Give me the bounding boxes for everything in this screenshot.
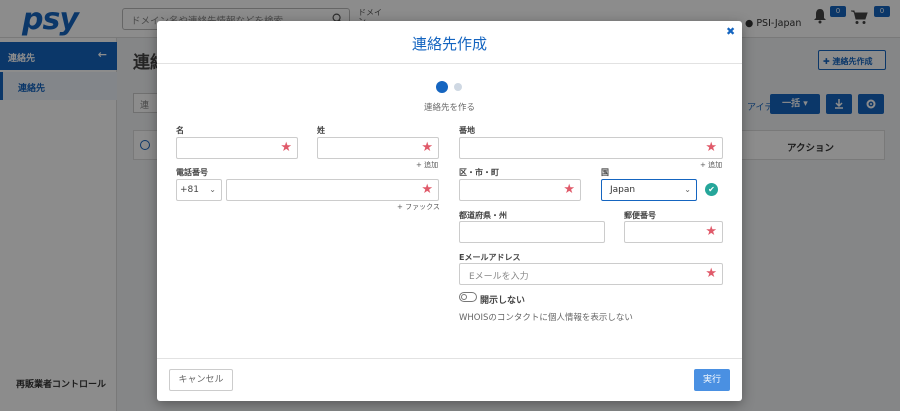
submit-button[interactable]: 実行 bbox=[694, 369, 730, 391]
add-address-link[interactable]: + 追加 bbox=[700, 160, 722, 170]
country-label: 国 bbox=[601, 168, 609, 177]
required-star-icon: ★ bbox=[705, 266, 717, 281]
street-label: 番地 bbox=[459, 126, 475, 135]
first-name-label: 名 bbox=[176, 126, 184, 135]
email-placeholder: Eメールを入力 bbox=[469, 272, 529, 282]
required-star-icon: ★ bbox=[705, 140, 717, 155]
state-label: 都道府県・州 bbox=[459, 211, 507, 220]
city-label: 区・市・町 bbox=[459, 168, 499, 177]
modal-title: 連絡先作成 bbox=[411, 35, 487, 53]
chevron-down-icon: ⌄ bbox=[684, 185, 691, 194]
step-label: 連絡先を作る bbox=[423, 103, 475, 113]
add-name-link[interactable]: + 追加 bbox=[416, 160, 438, 170]
phone-code-select[interactable]: +81 ⌄ bbox=[176, 179, 222, 201]
phone-label: 電話番号 bbox=[176, 168, 208, 177]
footer-divider bbox=[157, 358, 742, 359]
last-name-input[interactable]: ★ bbox=[317, 137, 439, 159]
modal-divider bbox=[157, 63, 742, 64]
postal-label: 郵便番号 bbox=[624, 211, 656, 220]
phone-input[interactable]: ★ bbox=[226, 179, 439, 201]
state-input[interactable] bbox=[459, 221, 605, 243]
step-indicator-inactive bbox=[454, 83, 462, 91]
privacy-toggle[interactable] bbox=[459, 292, 477, 302]
check-icon: ✔ bbox=[705, 183, 718, 196]
email-input[interactable]: Eメールを入力 ★ bbox=[459, 263, 723, 285]
privacy-label: 開示しない bbox=[480, 296, 526, 306]
last-name-label: 姓 bbox=[317, 126, 325, 135]
privacy-description: WHOISのコンタクトに個人情報を表示しない bbox=[459, 313, 633, 323]
phone-code-value: +81 bbox=[180, 185, 199, 195]
required-star-icon: ★ bbox=[421, 182, 433, 197]
required-star-icon: ★ bbox=[563, 182, 575, 197]
city-input[interactable]: ★ bbox=[459, 179, 581, 201]
first-name-input[interactable]: ★ bbox=[176, 137, 298, 159]
required-star-icon: ★ bbox=[705, 224, 717, 239]
toggle-knob bbox=[461, 294, 467, 300]
email-label: Eメールアドレス bbox=[459, 253, 521, 262]
postal-input[interactable]: ★ bbox=[624, 221, 723, 243]
required-star-icon: ★ bbox=[280, 140, 292, 155]
add-fax-link[interactable]: + ファックス bbox=[397, 202, 440, 212]
step-indicator-active bbox=[436, 81, 448, 93]
cancel-button[interactable]: キャンセル bbox=[169, 369, 233, 391]
required-star-icon: ★ bbox=[421, 140, 433, 155]
street-input[interactable]: ★ bbox=[459, 137, 723, 159]
chevron-down-icon: ⌄ bbox=[209, 185, 216, 194]
country-select[interactable]: Japan ⌄ bbox=[601, 179, 697, 201]
country-value: Japan bbox=[610, 185, 636, 195]
create-contact-modal: 連絡先作成 ✖ 連絡先を作る 名 ★ 姓 ★ + 追加 番地 ★ + 追加 電話… bbox=[157, 21, 742, 401]
close-icon[interactable]: ✖ bbox=[726, 25, 735, 38]
